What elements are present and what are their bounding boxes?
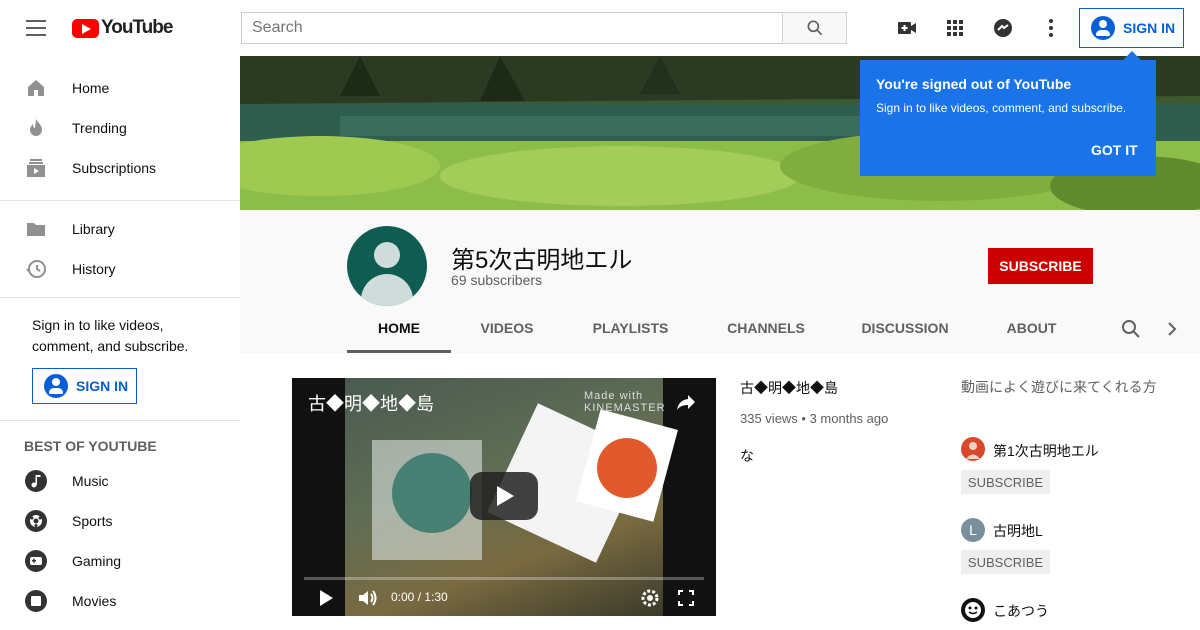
sports-icon xyxy=(25,510,47,532)
account-icon xyxy=(44,374,68,398)
music-icon xyxy=(25,470,47,492)
signed-out-tooltip: You're signed out of YouTube Sign in to … xyxy=(860,51,1156,176)
sidebar-signin-button[interactable]: SIGN IN xyxy=(32,368,137,404)
play-icon[interactable] xyxy=(320,590,333,606)
settings-icon[interactable] xyxy=(638,586,662,610)
sidebar-item-label: Sports xyxy=(72,513,113,529)
tooltip-body: Sign in to like videos, comment, and sub… xyxy=(876,101,1127,115)
fullscreen-icon[interactable] xyxy=(674,586,698,610)
sidebar-divider xyxy=(0,297,240,298)
sidebar-item-label: History xyxy=(72,261,116,277)
featured-channel-subscribe-button[interactable]: SUBSCRIBE xyxy=(961,550,1050,574)
history-icon xyxy=(26,260,46,278)
avatar-initial: L xyxy=(969,522,977,538)
video-time: 0:00 / 1:30 xyxy=(391,590,448,604)
sidebar-signin-prompt: Sign in to like videos, comment, and sub… xyxy=(32,317,189,354)
featured-channel-name[interactable]: 第1次古明地エル xyxy=(993,441,1099,461)
channel-avatar-small[interactable] xyxy=(961,437,985,461)
tab-about[interactable]: ABOUT xyxy=(992,320,1071,336)
featured-video-player[interactable]: 古◆明◆地◆島 Made with KINEMASTER 0:00 / 1:30 xyxy=(292,378,716,616)
sidebar-divider xyxy=(0,420,240,421)
tab-discussion[interactable]: DISCUSSION xyxy=(846,320,964,336)
account-icon xyxy=(1091,16,1115,40)
play-logo-icon xyxy=(72,18,99,38)
subscriptions-icon xyxy=(27,159,45,177)
create-video-icon[interactable] xyxy=(895,16,919,40)
sidebar-item-label: Gaming xyxy=(72,553,122,569)
volume-icon[interactable] xyxy=(356,586,380,610)
share-icon[interactable] xyxy=(674,390,698,414)
sidebar-item-trending[interactable]: Trending xyxy=(0,108,240,148)
video-progress-bar[interactable] xyxy=(304,577,704,580)
channel-search-icon[interactable] xyxy=(1119,317,1143,341)
sidebar-item-label: Subscriptions xyxy=(72,160,157,176)
sidebar-item-history[interactable]: History xyxy=(0,249,240,289)
subscribe-button[interactable]: SUBSCRIBE xyxy=(988,248,1093,284)
video-still-avatar xyxy=(597,438,657,498)
signin-label: SIGN IN xyxy=(1123,20,1176,36)
sidebar-item-label: Library xyxy=(72,221,115,237)
masthead: YouTube SIGN IN xyxy=(0,0,1200,56)
sidebar-item-gaming[interactable]: Gaming xyxy=(0,541,240,581)
sidebar-divider xyxy=(0,200,240,201)
got-it-button[interactable]: GOT IT xyxy=(1091,142,1138,158)
signin-button[interactable]: SIGN IN xyxy=(1079,8,1184,48)
library-icon xyxy=(27,223,45,236)
featured-channel-subscribe-button[interactable]: SUBSCRIBE xyxy=(961,470,1050,494)
play-button-large[interactable] xyxy=(470,472,538,520)
sidebar: Home Trending Subscriptions Library Hist… xyxy=(0,56,240,630)
search-input[interactable] xyxy=(241,12,783,44)
channel-avatar-small[interactable]: L xyxy=(961,518,985,542)
featured-channel-name[interactable]: こあつう xyxy=(993,601,1049,621)
channel-name: 第5次古明地エル xyxy=(451,247,633,274)
more-vert-icon[interactable] xyxy=(1039,16,1063,40)
channel-avatar-small[interactable] xyxy=(961,598,985,622)
messages-icon[interactable] xyxy=(991,16,1015,40)
tab-playlists[interactable]: PLAYLISTS xyxy=(575,320,686,336)
sidebar-item-library[interactable]: Library xyxy=(0,209,240,249)
face-icon xyxy=(965,602,981,618)
tab-videos[interactable]: VIDEOS xyxy=(463,320,551,336)
tab-channels[interactable]: CHANNELS xyxy=(710,320,822,336)
logo-text: YouTube xyxy=(101,17,173,38)
sidebar-item-label: Music xyxy=(72,473,109,489)
sidebar-item-music[interactable]: Music xyxy=(0,461,240,501)
chevron-right-icon[interactable] xyxy=(1160,317,1184,341)
video-meta: 335 views • 3 months ago xyxy=(740,411,889,426)
sidebar-item-home[interactable]: Home xyxy=(0,68,240,108)
best-of-youtube-heading: BEST OF YOUTUBE xyxy=(24,438,157,454)
apps-icon[interactable] xyxy=(943,16,967,40)
tab-home[interactable]: HOME xyxy=(347,320,451,336)
movies-icon xyxy=(25,590,47,612)
sidebar-item-sports[interactable]: Sports xyxy=(0,501,240,541)
tooltip-title: You're signed out of YouTube xyxy=(876,76,1072,92)
menu-icon[interactable] xyxy=(26,20,46,36)
featured-channels-title: 動画によく遊びに来てくれる方 xyxy=(961,379,1157,395)
trending-icon xyxy=(30,119,42,136)
person-icon xyxy=(966,442,980,459)
sidebar-item-label: Trending xyxy=(72,120,127,136)
video-description: な xyxy=(740,448,754,464)
video-still-avatar xyxy=(392,453,472,533)
sidebar-item-subscriptions[interactable]: Subscriptions xyxy=(0,148,240,188)
sidebar-item-label: Movies xyxy=(72,593,117,609)
signin-label: SIGN IN xyxy=(76,378,129,394)
video-title[interactable]: 古◆明◆地◆島 xyxy=(740,378,838,398)
search-button[interactable] xyxy=(782,12,847,44)
featured-channel-name[interactable]: 古明地L xyxy=(993,521,1043,541)
subscriber-count: 69 subscribers xyxy=(451,272,543,288)
search-icon xyxy=(807,20,823,36)
gaming-icon xyxy=(25,550,47,572)
home-icon xyxy=(28,80,44,96)
channel-avatar[interactable] xyxy=(347,226,427,306)
youtube-logo[interactable]: YouTube xyxy=(72,17,173,39)
sidebar-item-movies[interactable]: Movies xyxy=(0,581,240,621)
sidebar-item-label: Home xyxy=(72,80,110,96)
video-overlay-title[interactable]: 古◆明◆地◆島 xyxy=(308,390,434,416)
